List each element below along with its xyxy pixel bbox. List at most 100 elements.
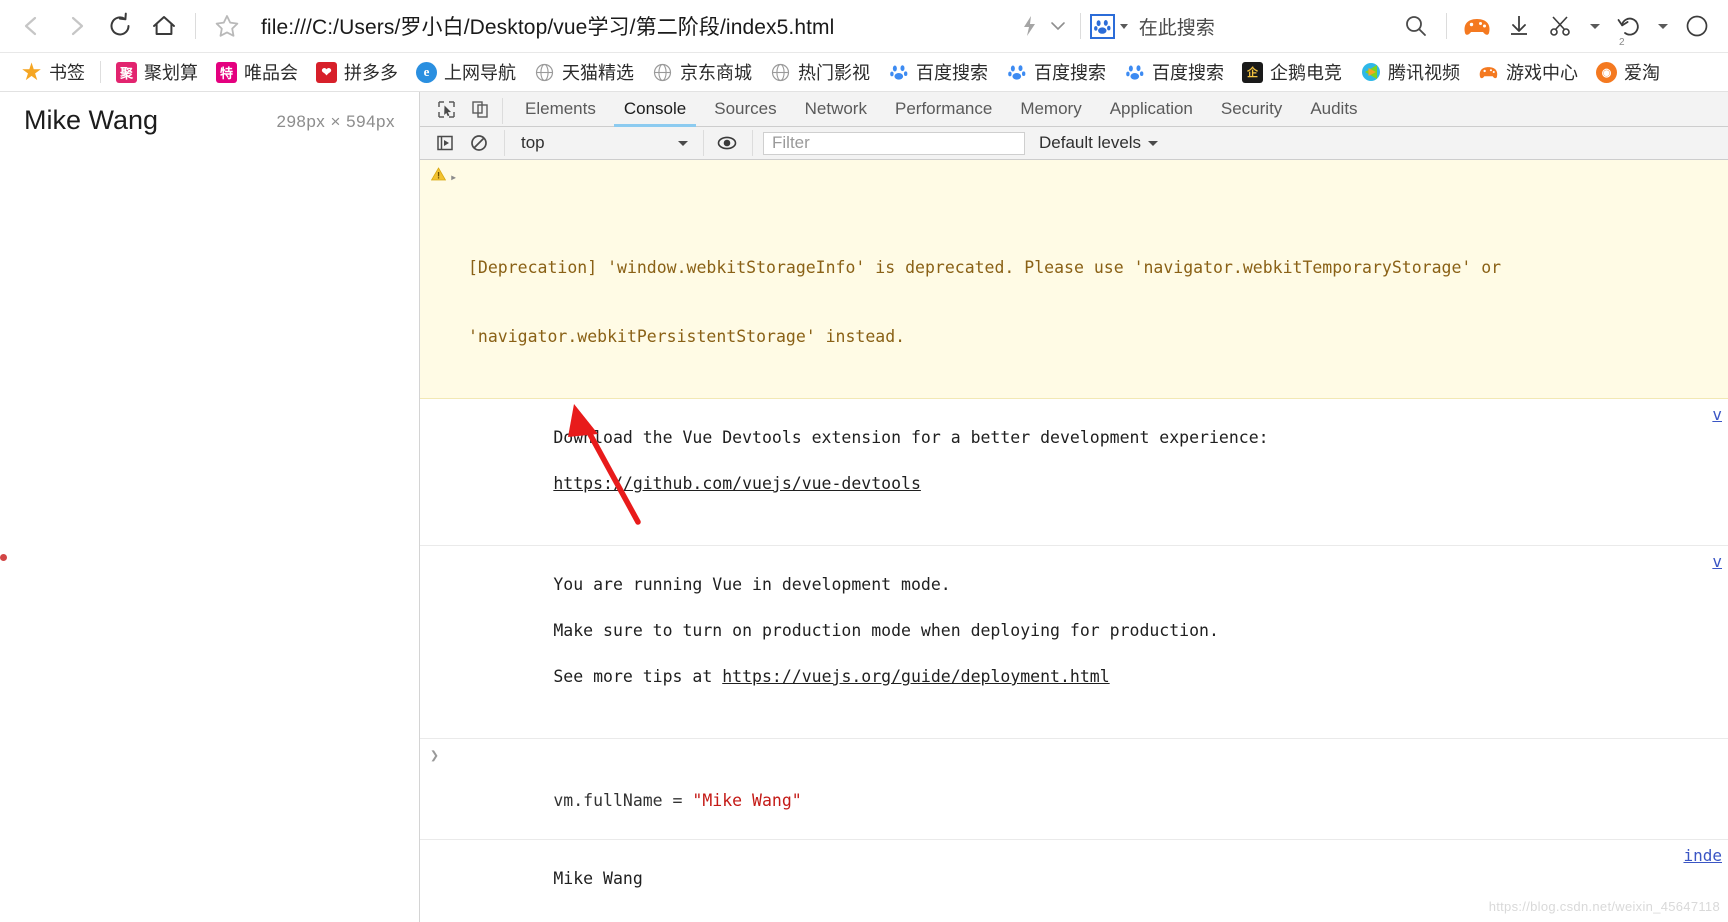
live-expression-icon[interactable] [712,130,742,156]
tab-console[interactable]: Console [610,92,700,127]
log-levels-select[interactable]: Default levels [1029,133,1169,153]
tab-security[interactable]: Security [1207,92,1296,126]
console-message-dev-mode[interactable]: You are running Vue in development mode.… [420,546,1728,739]
back-arrow-icon[interactable] [10,4,54,48]
expand-arrow-icon[interactable]: ▸ [450,166,457,189]
bookmark-item-9[interactable]: 百度搜索 [997,56,1115,88]
devtools-tool-icons [420,92,500,126]
baidu-paw-icon [1089,13,1115,39]
tab-label: Sources [714,99,777,118]
bookmark-label: 上网导航 [444,63,516,83]
globe-icon [770,62,791,83]
bookmark-item-1[interactable]: 聚 聚划算 [107,56,207,88]
edge-icon: e [416,61,437,83]
console-message-vue-devtools[interactable]: Download the Vue Devtools extension for … [420,399,1728,546]
page-viewport: Mike Wang 298px × 594px [0,92,420,922]
message-source-link[interactable]: inde [1683,844,1722,867]
forward-arrow-icon[interactable] [54,4,98,48]
undo-icon[interactable]: 2 [1608,5,1650,48]
bookmark-label: 拼多多 [344,63,398,83]
watermark-text: https://blog.csdn.net/weixin_45647118 [1488,899,1720,914]
bookmark-item-14[interactable]: ◉ 爱淘 [1587,56,1669,88]
bookmark-star-icon[interactable] [205,4,249,48]
filter-input[interactable]: Filter [763,131,1025,155]
device-toolbar-icon[interactable] [466,96,494,122]
scissors-caret-icon[interactable] [1582,13,1608,39]
logged-value-text: Mike Wang [553,869,643,888]
bookmark-label: 百度搜索 [916,63,988,83]
bookmark-item-8[interactable]: 百度搜索 [879,56,997,88]
deployment-guide-link[interactable]: https://vuejs.org/guide/deployment.html [722,667,1109,686]
bookmark-item-2[interactable]: 特 唯品会 [207,56,307,88]
bookmark-item-0[interactable]: ★ 书签 [12,56,94,88]
undo-caret-icon[interactable] [1650,13,1676,39]
baidu-paw-icon [1006,62,1027,83]
pinduoduo-icon: ❤ [316,61,337,83]
page-heading: Mike Wang [24,105,159,135]
console-output[interactable]: ▸ [Deprecation] 'window.webkitStorageInf… [420,160,1728,922]
bookmark-item-7[interactable]: 热门影视 [761,56,879,88]
globe-icon [534,62,555,83]
tab-label: Performance [894,99,993,118]
bookmark-label: 聚划算 [144,63,198,83]
search-icon[interactable] [1395,5,1437,47]
dev-mode-line-3-prefix: See more tips at [553,667,723,686]
toolbar-divider-3 [1446,13,1447,39]
input-code-prefix: vm.fullName = [553,791,693,810]
console-message-warning[interactable]: ▸ [Deprecation] 'window.webkitStorageInf… [420,160,1728,399]
tab-audits[interactable]: Audits [1296,92,1371,126]
juhuasuan-icon: 聚 [116,61,137,83]
tab-memory[interactable]: Memory [1006,92,1095,126]
address-bar[interactable]: file:///C:/Users/罗小白/Desktop/vue学习/第二阶段/… [261,11,834,41]
console-input-expression[interactable]: ❯ vm.fullName = "Mike Wang" [420,739,1728,840]
lightning-icon[interactable] [1015,11,1045,41]
bookmarks-bar: ★ 书签 聚 聚划算 特 唯品会 ❤ 拼多多 e 上网导航 天猫精选 京东商城 … [0,53,1728,92]
devtools-tabbar-divider [502,98,503,124]
clear-console-icon[interactable] [464,130,494,156]
tab-network[interactable]: Network [791,92,881,126]
penguin-esports-icon: 企 [1242,61,1263,83]
tab-sources[interactable]: Sources [700,92,790,126]
bookmark-label: 京东商城 [680,63,752,83]
scissors-icon[interactable] [1540,5,1582,47]
resize-handle[interactable] [0,554,7,561]
bookmark-item-3[interactable]: ❤ 拼多多 [307,56,407,88]
search-engine-selector[interactable]: 在此搜索 [1089,13,1215,40]
chevron-down-icon [678,141,688,146]
download-icon[interactable] [1498,5,1540,47]
home-icon[interactable] [142,4,186,48]
bookmark-item-6[interactable]: 京东商城 [643,56,761,88]
browser-window: file:///C:/Users/罗小白/Desktop/vue学习/第二阶段/… [0,0,1728,922]
bookmark-label: 企鹅电竞 [1270,63,1342,83]
tab-application[interactable]: Application [1096,92,1207,126]
bookmark-item-5[interactable]: 天猫精选 [525,56,643,88]
tab-label: Elements [525,99,596,118]
bookmark-item-11[interactable]: 企 企鹅电竞 [1233,56,1351,88]
baidu-paw-icon [1124,62,1145,83]
chevron-down-icon[interactable] [1045,13,1071,39]
input-prompt-icon: ❯ [430,746,440,764]
reload-icon[interactable] [98,4,142,48]
taobao-icon: ◉ [1596,61,1617,83]
execute-snippet-icon[interactable] [430,130,460,156]
inspect-element-icon[interactable] [432,96,460,122]
bookmark-label: 百度搜索 [1152,63,1224,83]
dev-mode-line-1: You are running Vue in development mode. [553,575,951,594]
tab-label: Network [804,99,867,118]
vue-devtools-link[interactable]: https://github.com/vuejs/vue-devtools [553,474,921,493]
bookmark-item-12[interactable]: 腾讯视频 [1351,56,1469,88]
bookmark-label: 唯品会 [244,63,298,83]
bookmarks-divider [100,61,101,83]
tab-performance[interactable]: Performance [881,92,1006,126]
game-icon[interactable] [1456,5,1498,47]
menu-icon[interactable] [1676,5,1718,47]
bookmark-item-10[interactable]: 百度搜索 [1115,56,1233,88]
message-source-link[interactable]: v [1712,550,1722,573]
bookmark-item-13[interactable]: 游戏中心 [1469,56,1587,88]
message-source-link[interactable]: v [1712,403,1722,426]
viewport-size-indicator: 298px × 594px [276,112,395,131]
tab-elements[interactable]: Elements [511,92,610,126]
bookmark-item-4[interactable]: e 上网导航 [407,56,525,88]
tab-label: Application [1109,99,1193,118]
execution-context-select[interactable]: top [515,130,695,156]
